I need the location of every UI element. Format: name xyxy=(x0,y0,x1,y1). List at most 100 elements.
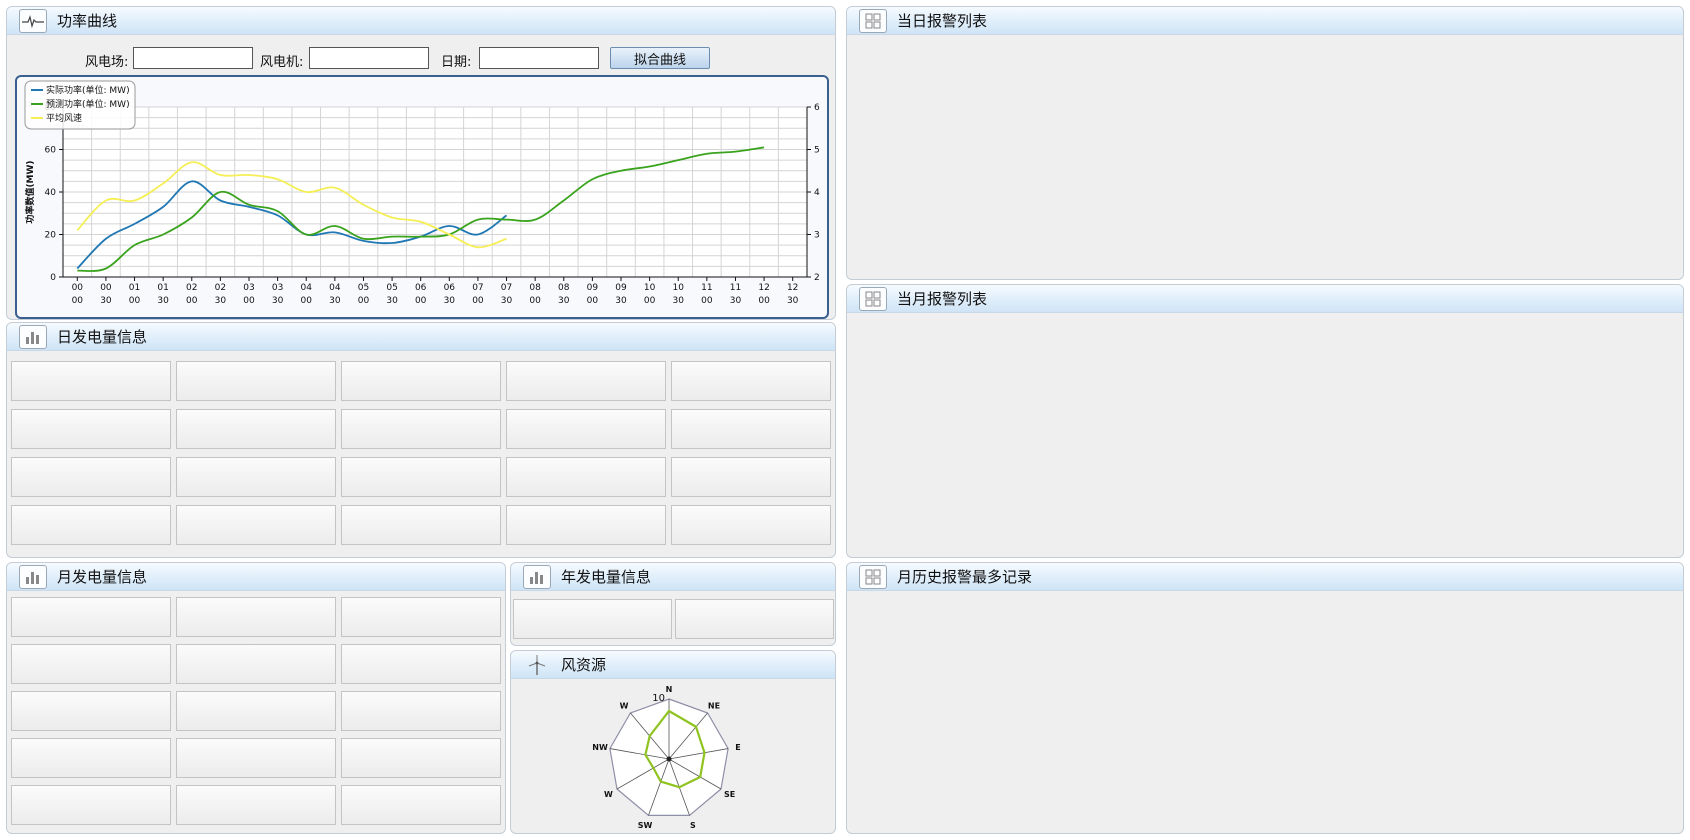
x-tick-label-minute: 30 xyxy=(558,296,570,306)
x-tick-label-minute: 00 xyxy=(72,296,84,306)
energy-cell xyxy=(506,361,666,401)
energy-cell xyxy=(671,505,831,545)
yearly-energy-cell xyxy=(513,599,672,639)
energy-cell xyxy=(671,457,831,497)
x-tick-label-hour: 08 xyxy=(529,283,541,293)
x-tick-label-minute: 30 xyxy=(730,296,742,306)
x-tick-label-hour: 09 xyxy=(587,283,599,293)
x-tick-label-hour: 02 xyxy=(215,283,226,293)
energy-cell xyxy=(341,644,501,684)
energy-cell xyxy=(176,691,336,731)
energy-cell xyxy=(341,505,501,545)
energy-cell xyxy=(176,457,336,497)
x-tick-label-minute: 30 xyxy=(615,296,627,306)
x-tick-label-hour: 05 xyxy=(386,283,397,293)
x-tick-label-minute: 00 xyxy=(701,296,713,306)
bar-chart-icon xyxy=(19,564,47,589)
energy-cell xyxy=(506,409,666,449)
energy-cell xyxy=(506,505,666,545)
wind-resource-header: 风资源 xyxy=(511,651,835,679)
power-chart-container: 02 04 06 08 02 3 4 5 6 00 00 00 30 01 00 01 30 0 20 00 2 30 03… xyxy=(15,75,829,319)
x-tick-label-minute: 30 xyxy=(329,296,341,306)
x-tick-label-hour: 05 xyxy=(358,283,369,293)
y-tick-label: 20 xyxy=(45,231,57,241)
energy-cell xyxy=(11,738,171,778)
x-tick-label-hour: 04 xyxy=(301,283,313,293)
radar-direction-label: SW xyxy=(638,821,653,830)
x-tick-label-minute: 30 xyxy=(386,296,398,306)
alarm-today-title: 当日报警列表 xyxy=(897,12,988,30)
grid-icon xyxy=(859,286,887,311)
radar-direction-label: SE xyxy=(724,790,735,799)
grid-icon xyxy=(859,564,887,589)
monthly-energy-title: 月发电量信息 xyxy=(57,568,148,586)
y2-tick-label: 2 xyxy=(814,273,820,283)
energy-cell xyxy=(671,361,831,401)
yearly-energy-title: 年发电量信息 xyxy=(561,568,652,586)
energy-cell xyxy=(11,505,171,545)
x-tick-label-minute: 30 xyxy=(157,296,169,306)
farm-input[interactable] xyxy=(133,47,253,69)
wind-turbine-icon xyxy=(523,653,551,677)
date-label: 日期: xyxy=(441,55,472,70)
turbine-input[interactable] xyxy=(309,47,429,69)
daily-energy-title: 日发电量信息 xyxy=(57,328,148,346)
radar-direction-label: W xyxy=(620,701,629,710)
x-tick-label-hour: 08 xyxy=(558,283,570,293)
x-tick-label-hour: 07 xyxy=(501,283,512,293)
y-tick-label: 40 xyxy=(45,188,57,198)
alarm-history-title: 月历史报警最多记录 xyxy=(897,568,1033,586)
radar-direction-label: W xyxy=(604,790,613,799)
radar-center xyxy=(666,756,672,762)
energy-cell xyxy=(11,644,171,684)
alarm-month-panel: 当月报警列表 xyxy=(846,284,1684,558)
energy-cell xyxy=(341,738,501,778)
x-tick-label-minute: 00 xyxy=(358,296,370,306)
x-tick-label-minute: 30 xyxy=(673,296,685,306)
radar-direction-label: NE xyxy=(708,701,720,710)
bar-chart-icon xyxy=(523,564,551,589)
energy-cell xyxy=(671,409,831,449)
x-tick-label-hour: 07 xyxy=(472,283,483,293)
energy-cell xyxy=(341,691,501,731)
x-tick-label-hour: 10 xyxy=(673,283,685,293)
x-tick-label-minute: 00 xyxy=(415,296,427,306)
energy-cell xyxy=(341,597,501,637)
y2-tick-label: 5 xyxy=(814,146,820,156)
y2-tick-label: 6 xyxy=(814,103,820,113)
x-tick-label-minute: 30 xyxy=(444,296,456,306)
y-tick-label: 60 xyxy=(45,146,57,156)
y2-tick-label: 4 xyxy=(814,188,820,198)
x-tick-label-hour: 12 xyxy=(758,283,769,293)
x-tick-label-minute: 30 xyxy=(501,296,513,306)
yearly-energy-panel: 年发电量信息 xyxy=(510,562,836,646)
wind-rose-chart: N NE E SE S SW W NW W 10 xyxy=(592,685,740,830)
power-chart: 02 04 06 08 02 3 4 5 6 00 00 00 30 01 00 01 30 0 20 00 2 30 03… xyxy=(24,80,820,306)
y2-tick-label: 3 xyxy=(814,231,820,241)
power-curve-panel: 功率曲线 风电场: 风电机: 日期: 拟合曲线 0204060802345600… xyxy=(6,6,836,320)
alarm-month-header: 当月报警列表 xyxy=(847,285,1683,313)
daily-energy-header: 日发电量信息 xyxy=(7,323,835,351)
x-tick-label-hour: 01 xyxy=(157,283,168,293)
legend-label: 预测功率(单位: MW) xyxy=(46,98,130,110)
fit-curve-button[interactable]: 拟合曲线 xyxy=(610,47,710,69)
alarm-month-title: 当月报警列表 xyxy=(897,290,988,308)
x-tick-label-minute: 00 xyxy=(587,296,599,306)
energy-cell xyxy=(341,409,501,449)
energy-cell xyxy=(176,505,336,545)
x-tick-label-minute: 30 xyxy=(215,296,227,306)
power-curve-title: 功率曲线 xyxy=(57,12,118,30)
energy-cell xyxy=(506,457,666,497)
x-tick-label-minute: 30 xyxy=(100,296,112,306)
alarm-history-header: 月历史报警最多记录 xyxy=(847,563,1683,591)
radar-direction-label: NW xyxy=(592,743,608,752)
legend-label: 实际功率(单位: MW) xyxy=(46,84,130,96)
y-tick-label: 0 xyxy=(50,273,56,283)
yearly-energy-cell xyxy=(675,599,834,639)
x-tick-label-hour: 11 xyxy=(701,283,712,293)
farm-label: 风电场: xyxy=(85,55,129,70)
x-tick-label-minute: 00 xyxy=(129,296,141,306)
date-input[interactable] xyxy=(479,47,599,69)
monthly-energy-header: 月发电量信息 xyxy=(7,563,505,591)
x-tick-label-hour: 02 xyxy=(186,283,197,293)
